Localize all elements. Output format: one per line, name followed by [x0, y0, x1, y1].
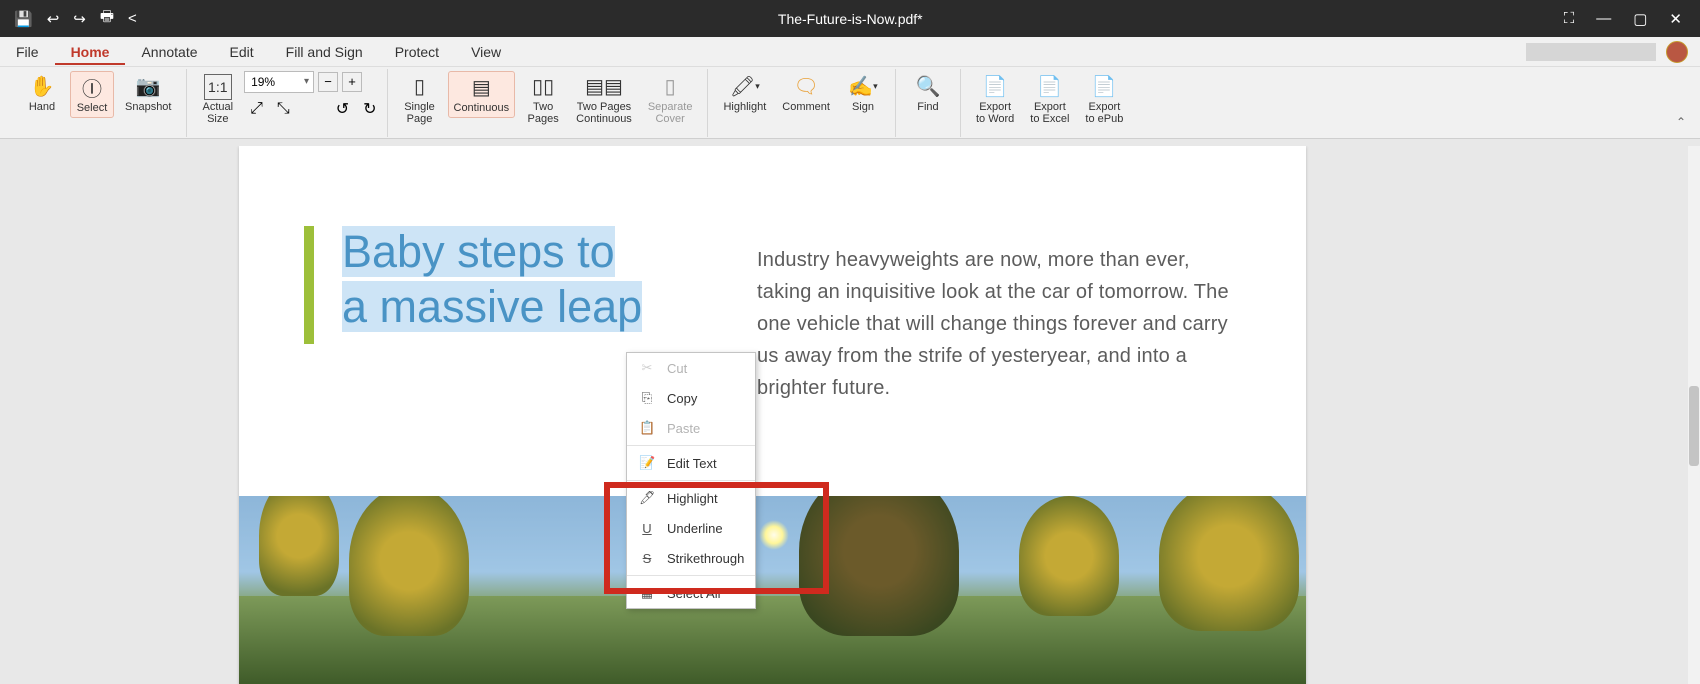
share-icon[interactable]: < — [128, 10, 137, 27]
heading-line2: a massive leap — [342, 281, 642, 332]
separate-cover-button: ▯Separate Cover — [643, 71, 698, 128]
camera-icon: 📷 — [136, 74, 161, 100]
word-icon: 📄 — [983, 74, 1008, 100]
page-heading[interactable]: Baby steps to a massive leap — [342, 224, 642, 334]
continuous-icon: ▤ — [472, 75, 491, 101]
window-controls: ⛶ — ▢ ✕ — [1564, 10, 1700, 28]
scissors-icon: ✂ — [639, 360, 655, 376]
ctx-strikethrough[interactable]: SStrikethrough — [627, 543, 755, 573]
hand-button[interactable]: ✋Hand — [20, 71, 64, 116]
menu-bar: File Home Annotate Edit Fill and Sign Pr… — [0, 37, 1700, 67]
vertical-scrollbar[interactable] — [1688, 146, 1700, 684]
comment-icon: 🗨 — [793, 74, 818, 100]
ctx-copy[interactable]: ⎘Copy — [627, 383, 755, 413]
copy-icon: ⎘ — [639, 390, 655, 406]
hand-icon: ✋ — [30, 74, 55, 100]
select-button[interactable]: ⒾSelect — [70, 71, 114, 118]
menu-fill-and-sign[interactable]: Fill and Sign — [270, 39, 379, 65]
fit-width-icon[interactable]: ⤡ — [277, 100, 290, 118]
zoom-input[interactable]: 19%▾ — [244, 71, 314, 93]
ribbon-collapse-button[interactable]: ⌃ — [1676, 115, 1686, 129]
accent-bar — [304, 226, 314, 344]
select-all-icon: ▦ — [639, 585, 655, 601]
sign-icon: ✍▾ — [848, 74, 877, 100]
ctx-highlight[interactable]: 🖊Highlight — [627, 483, 755, 513]
close-icon[interactable]: ✕ — [1669, 10, 1682, 28]
two-pages-button[interactable]: ▯▯Two Pages — [521, 71, 565, 128]
export-epub-button[interactable]: 📄Export to ePub — [1080, 71, 1128, 128]
context-menu: ✂Cut ⎘Copy 📋Paste 📝Edit Text 🖊Highlight … — [626, 352, 756, 609]
select-icon: Ⓘ — [82, 75, 102, 101]
actual-size-icon: 1:1 — [204, 74, 231, 100]
menu-file[interactable]: File — [0, 39, 55, 65]
menu-edit[interactable]: Edit — [214, 39, 270, 65]
fullscreen-icon[interactable]: ⛶ — [1564, 10, 1575, 27]
epub-icon: 📄 — [1092, 74, 1117, 100]
chevron-down-icon[interactable]: ▾ — [304, 76, 309, 87]
user-avatar[interactable] — [1666, 41, 1688, 63]
quick-access-toolbar: 💾 ↩ ↪ 🖶 < — [0, 6, 137, 31]
strikethrough-icon: S — [639, 551, 655, 566]
comment-button[interactable]: 🗨Comment — [777, 71, 835, 116]
zoom-in-button[interactable]: + — [342, 72, 362, 92]
find-button[interactable]: 🔍Find — [906, 71, 950, 116]
underline-icon: U — [639, 521, 655, 536]
pdf-page: Baby steps to a massive leap Industry he… — [239, 146, 1306, 684]
two-pages-icon: ▯▯ — [532, 74, 554, 100]
ctx-select-all[interactable]: ▦Select All — [627, 578, 755, 608]
single-page-button[interactable]: ▯Single Page — [398, 71, 442, 128]
menu-annotate[interactable]: Annotate — [125, 39, 213, 65]
ctx-underline[interactable]: UUnderline — [627, 513, 755, 543]
highlighter-small-icon: 🖊 — [639, 490, 655, 506]
search-icon: 🔍 — [916, 74, 941, 100]
snapshot-button[interactable]: 📷Snapshot — [120, 71, 176, 116]
highlight-button[interactable]: 🖍▾Highlight — [718, 71, 771, 116]
save-icon[interactable]: 💾 — [14, 10, 33, 28]
undo-icon[interactable]: ↩ — [47, 10, 60, 28]
excel-icon: 📄 — [1037, 74, 1062, 100]
export-word-button[interactable]: 📄Export to Word — [971, 71, 1019, 128]
minimize-icon[interactable]: — — [1596, 10, 1611, 27]
document-viewport[interactable]: Baby steps to a massive leap Industry he… — [10, 146, 1688, 684]
sign-button[interactable]: ✍▾Sign — [841, 71, 885, 116]
landscape-image — [239, 496, 1306, 684]
print-icon[interactable]: 🖶 — [100, 6, 114, 31]
title-bar: 💾 ↩ ↪ 🖶 < The-Future-is-Now.pdf* ⛶ — ▢ ✕ — [0, 0, 1700, 37]
highlighter-icon: 🖍▾ — [730, 74, 760, 100]
menu-protect[interactable]: Protect — [379, 39, 455, 65]
edit-text-icon: 📝 — [639, 455, 655, 471]
separate-cover-icon: ▯ — [665, 74, 676, 100]
continuous-button[interactable]: ▤Continuous — [448, 71, 516, 118]
single-page-icon: ▯ — [414, 74, 425, 100]
body-text[interactable]: Industry heavyweights are now, more than… — [757, 244, 1247, 404]
maximize-icon[interactable]: ▢ — [1633, 10, 1647, 28]
ribbon-home: ✋Hand ⒾSelect 📷Snapshot 1:1Actual Size 1… — [0, 67, 1700, 139]
two-pages-cont-icon: ▤▤ — [585, 74, 623, 100]
menu-home[interactable]: Home — [55, 39, 126, 65]
zoom-out-button[interactable]: − — [318, 72, 338, 92]
scrollbar-thumb[interactable] — [1689, 386, 1699, 466]
redo-icon[interactable]: ↪ — [73, 10, 86, 28]
rotate-right-icon[interactable]: ↻ — [363, 99, 376, 119]
ctx-paste: 📋Paste — [627, 413, 755, 443]
window-title: The-Future-is-Now.pdf* — [137, 11, 1564, 27]
clipboard-icon: 📋 — [639, 420, 655, 436]
fit-page-icon[interactable]: ⤢ — [250, 100, 263, 118]
export-excel-button[interactable]: 📄Export to Excel — [1025, 71, 1074, 128]
account-placeholder[interactable] — [1526, 43, 1656, 61]
ctx-cut: ✂Cut — [627, 353, 755, 383]
rotate-left-icon[interactable]: ↺ — [336, 99, 349, 119]
ctx-edit-text[interactable]: 📝Edit Text — [627, 448, 755, 478]
menu-view[interactable]: View — [455, 39, 517, 65]
heading-line1: Baby steps to — [342, 226, 615, 277]
two-pages-continuous-button[interactable]: ▤▤Two Pages Continuous — [571, 71, 637, 128]
actual-size-button[interactable]: 1:1Actual Size — [197, 71, 238, 128]
